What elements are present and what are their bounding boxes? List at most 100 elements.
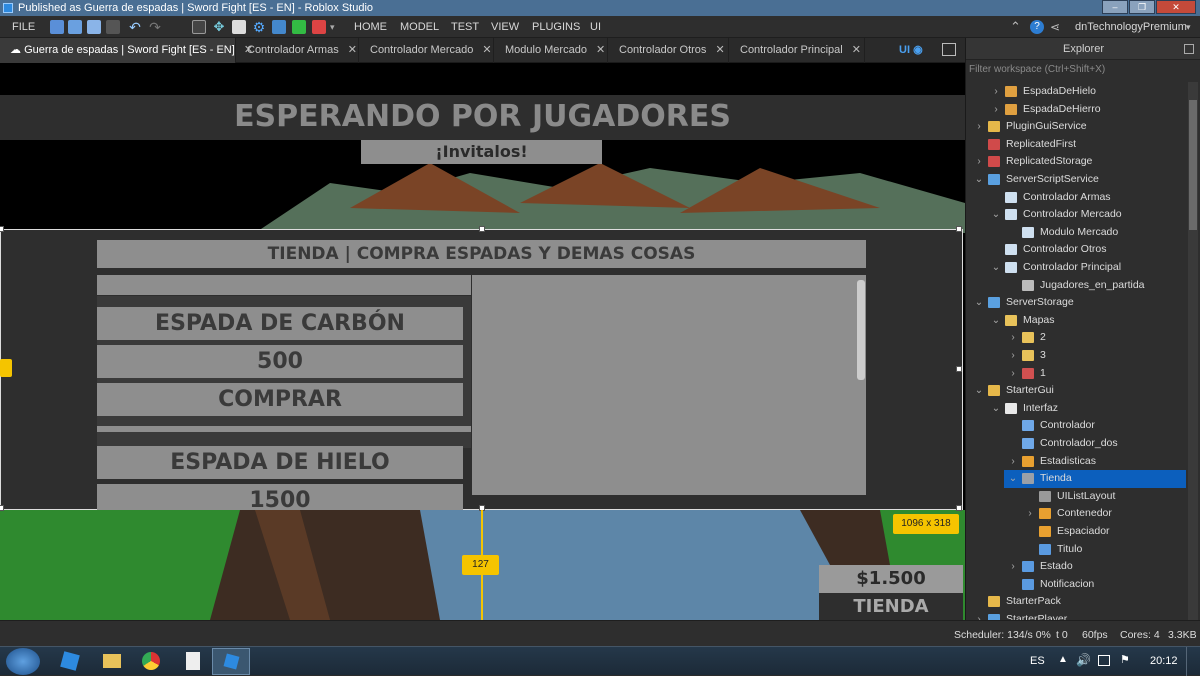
explorer-item[interactable]: › Estadisticas (1004, 453, 1186, 471)
explorer-item[interactable]: ⌄ ServerStorage (970, 294, 1186, 312)
chevron-right-icon[interactable]: › (974, 611, 984, 620)
resize-handle[interactable] (0, 226, 4, 232)
resize-handle[interactable] (956, 505, 962, 511)
document-icon[interactable] (186, 652, 200, 670)
menu-home[interactable]: HOME (354, 16, 387, 38)
explorer-item[interactable]: › Estado (1004, 558, 1186, 576)
redo-icon[interactable]: ↷ (148, 20, 162, 34)
chevron-down-icon[interactable]: ▾ (330, 20, 344, 34)
chevron-right-icon[interactable]: › (974, 118, 984, 136)
menu-ui[interactable]: UI (590, 16, 601, 38)
chevron-right-icon[interactable]: › (991, 83, 1001, 101)
explorer-item[interactable]: Titulo (1021, 541, 1186, 559)
explorer-item[interactable]: ⌄ ServerScriptService (970, 171, 1186, 189)
chevron-right-icon[interactable]: › (974, 153, 984, 171)
publish-icon[interactable] (68, 20, 82, 34)
explorer-item[interactable]: › 3 (1004, 347, 1186, 365)
explorer-item[interactable]: › 1 (1004, 365, 1186, 383)
tab-controlador-principal[interactable]: Controlador Principal ✕ (730, 38, 865, 63)
explorer-item[interactable]: ⌄ Mapas (987, 312, 1186, 330)
explorer-item[interactable]: Controlador Armas (987, 189, 1186, 207)
save-icon[interactable] (50, 20, 64, 34)
user-chevron-down-icon[interactable]: ▾ (1186, 20, 1200, 34)
tab-controlador-otros[interactable]: Controlador Otros ✕ (609, 38, 729, 63)
left-anchor-marker[interactable] (0, 359, 12, 377)
chevron-right-icon[interactable]: › (991, 101, 1001, 119)
chevron-down-icon[interactable]: ⌄ (1008, 470, 1018, 488)
clock[interactable]: 20:12 (1150, 655, 1178, 667)
roblox-taskbar-icon[interactable] (60, 651, 80, 671)
explorer-scrollbar-thumb[interactable] (1189, 100, 1197, 230)
explorer-item[interactable]: StarterPack (970, 593, 1186, 611)
chevron-right-icon[interactable]: › (1008, 558, 1018, 576)
explorer-item[interactable]: › EspadaDeHielo (987, 83, 1186, 101)
close-tab-icon[interactable]: ✕ (482, 44, 491, 56)
menu-plugins[interactable]: PLUGINS (532, 16, 580, 38)
tab-modulo-mercado[interactable]: Modulo Mercado ✕ (495, 38, 608, 63)
share-icon[interactable]: ⋖ (1050, 20, 1064, 34)
part-icon[interactable] (272, 20, 286, 34)
roblox-studio-task[interactable] (212, 648, 250, 675)
chevron-down-icon[interactable]: ⌄ (974, 382, 984, 400)
minimize-button[interactable]: – (1102, 0, 1128, 14)
show-desktop-button[interactable] (1186, 647, 1200, 676)
tab-controlador-mercado[interactable]: Controlador Mercado ✕ (360, 38, 494, 63)
ui-visibility-toggle[interactable]: UI ◉ (899, 43, 923, 56)
language-indicator[interactable]: ES (1030, 655, 1045, 667)
explorer-item[interactable]: Espaciador (1021, 523, 1186, 541)
explorer-item[interactable]: ⌄ Controlador Mercado (987, 206, 1186, 224)
explorer-item[interactable]: › Contenedor (1021, 505, 1186, 523)
explorer-item[interactable]: ⌄ Interfaz (987, 400, 1186, 418)
restore-pane-icon[interactable] (942, 43, 956, 56)
chrome-icon[interactable] (142, 652, 160, 670)
close-tab-icon[interactable]: ✕ (852, 44, 861, 56)
shop-button[interactable]: TIENDA (819, 593, 963, 620)
paste-icon[interactable] (106, 20, 120, 34)
close-tab-icon[interactable]: ✕ (348, 44, 357, 56)
explorer-item[interactable]: › PluginGuiService (970, 118, 1186, 136)
tab-place[interactable]: ☁ Guerra de espadas | Sword Fight [ES - … (0, 38, 253, 63)
buy-button[interactable]: COMPRAR (97, 383, 463, 416)
explorer-tree[interactable]: › EspadaDeHielo › EspadaDeHierro › PluginGuiS… (966, 83, 1186, 620)
explorer-item[interactable]: Notificacion (1004, 576, 1186, 594)
help-icon[interactable]: ? (1030, 20, 1044, 34)
explorer-item[interactable]: › 2 (1004, 329, 1186, 347)
chevron-right-icon[interactable]: › (1008, 365, 1018, 383)
explorer-scrollbar-track[interactable] (1188, 82, 1198, 620)
show-hidden-icons[interactable]: ▲ (1058, 654, 1068, 665)
copy-icon[interactable] (87, 20, 101, 34)
item-list[interactable]: ESPADA DE CARBÓN 500 COMPRAR ESPADA DE H… (97, 278, 471, 510)
settings-gear-icon[interactable]: ⚙ (252, 20, 266, 34)
chevron-down-icon[interactable]: ⌄ (991, 400, 1001, 418)
file-menu[interactable]: FILE (12, 16, 35, 38)
explorer-item[interactable]: ⌄ Tienda (1004, 470, 1186, 488)
resize-handle[interactable] (956, 226, 962, 232)
chevron-up-icon[interactable]: ⌃ (1010, 20, 1024, 34)
menu-model[interactable]: MODEL (400, 16, 439, 38)
user-name[interactable]: dnTechnologyPremium (1075, 16, 1187, 38)
explorer-item[interactable]: ReplicatedFirst (970, 136, 1186, 154)
explorer-item[interactable]: Controlador Otros (987, 241, 1186, 259)
chevron-down-icon[interactable]: ⌄ (974, 294, 984, 312)
chevron-down-icon[interactable]: ⌄ (991, 259, 1001, 277)
network-icon[interactable] (1098, 655, 1110, 666)
select-icon[interactable] (192, 20, 206, 34)
game-viewport[interactable]: ESPERANDO POR JUGADORES ¡Invitalos! TIEN… (0, 63, 965, 620)
explorer-item[interactable]: ⌄ Controlador Principal (987, 259, 1186, 277)
explorer-item[interactable]: ⌄ StarterGui (970, 382, 1186, 400)
stop-icon[interactable] (312, 20, 326, 34)
play-icon[interactable] (292, 20, 306, 34)
chevron-down-icon[interactable]: ⌄ (991, 312, 1001, 330)
explorer-item[interactable]: Modulo Mercado (1004, 224, 1186, 242)
explorer-item[interactable]: › EspadaDeHierro (987, 101, 1186, 119)
volume-icon[interactable]: 🔊 (1076, 653, 1091, 667)
explorer-restore-icon[interactable] (1184, 44, 1194, 54)
flag-icon[interactable]: ⚑ (1120, 653, 1130, 666)
undo-icon[interactable]: ↶ (128, 20, 142, 34)
menu-view[interactable]: VIEW (491, 16, 519, 38)
chevron-down-icon[interactable]: ⌄ (991, 206, 1001, 224)
explorer-item[interactable]: Controlador_dos (1004, 435, 1186, 453)
close-tab-icon[interactable]: ✕ (596, 44, 605, 56)
tab-controlador-armas[interactable]: Controlador Armas ✕ (237, 38, 359, 63)
file-explorer-icon[interactable] (103, 654, 121, 668)
